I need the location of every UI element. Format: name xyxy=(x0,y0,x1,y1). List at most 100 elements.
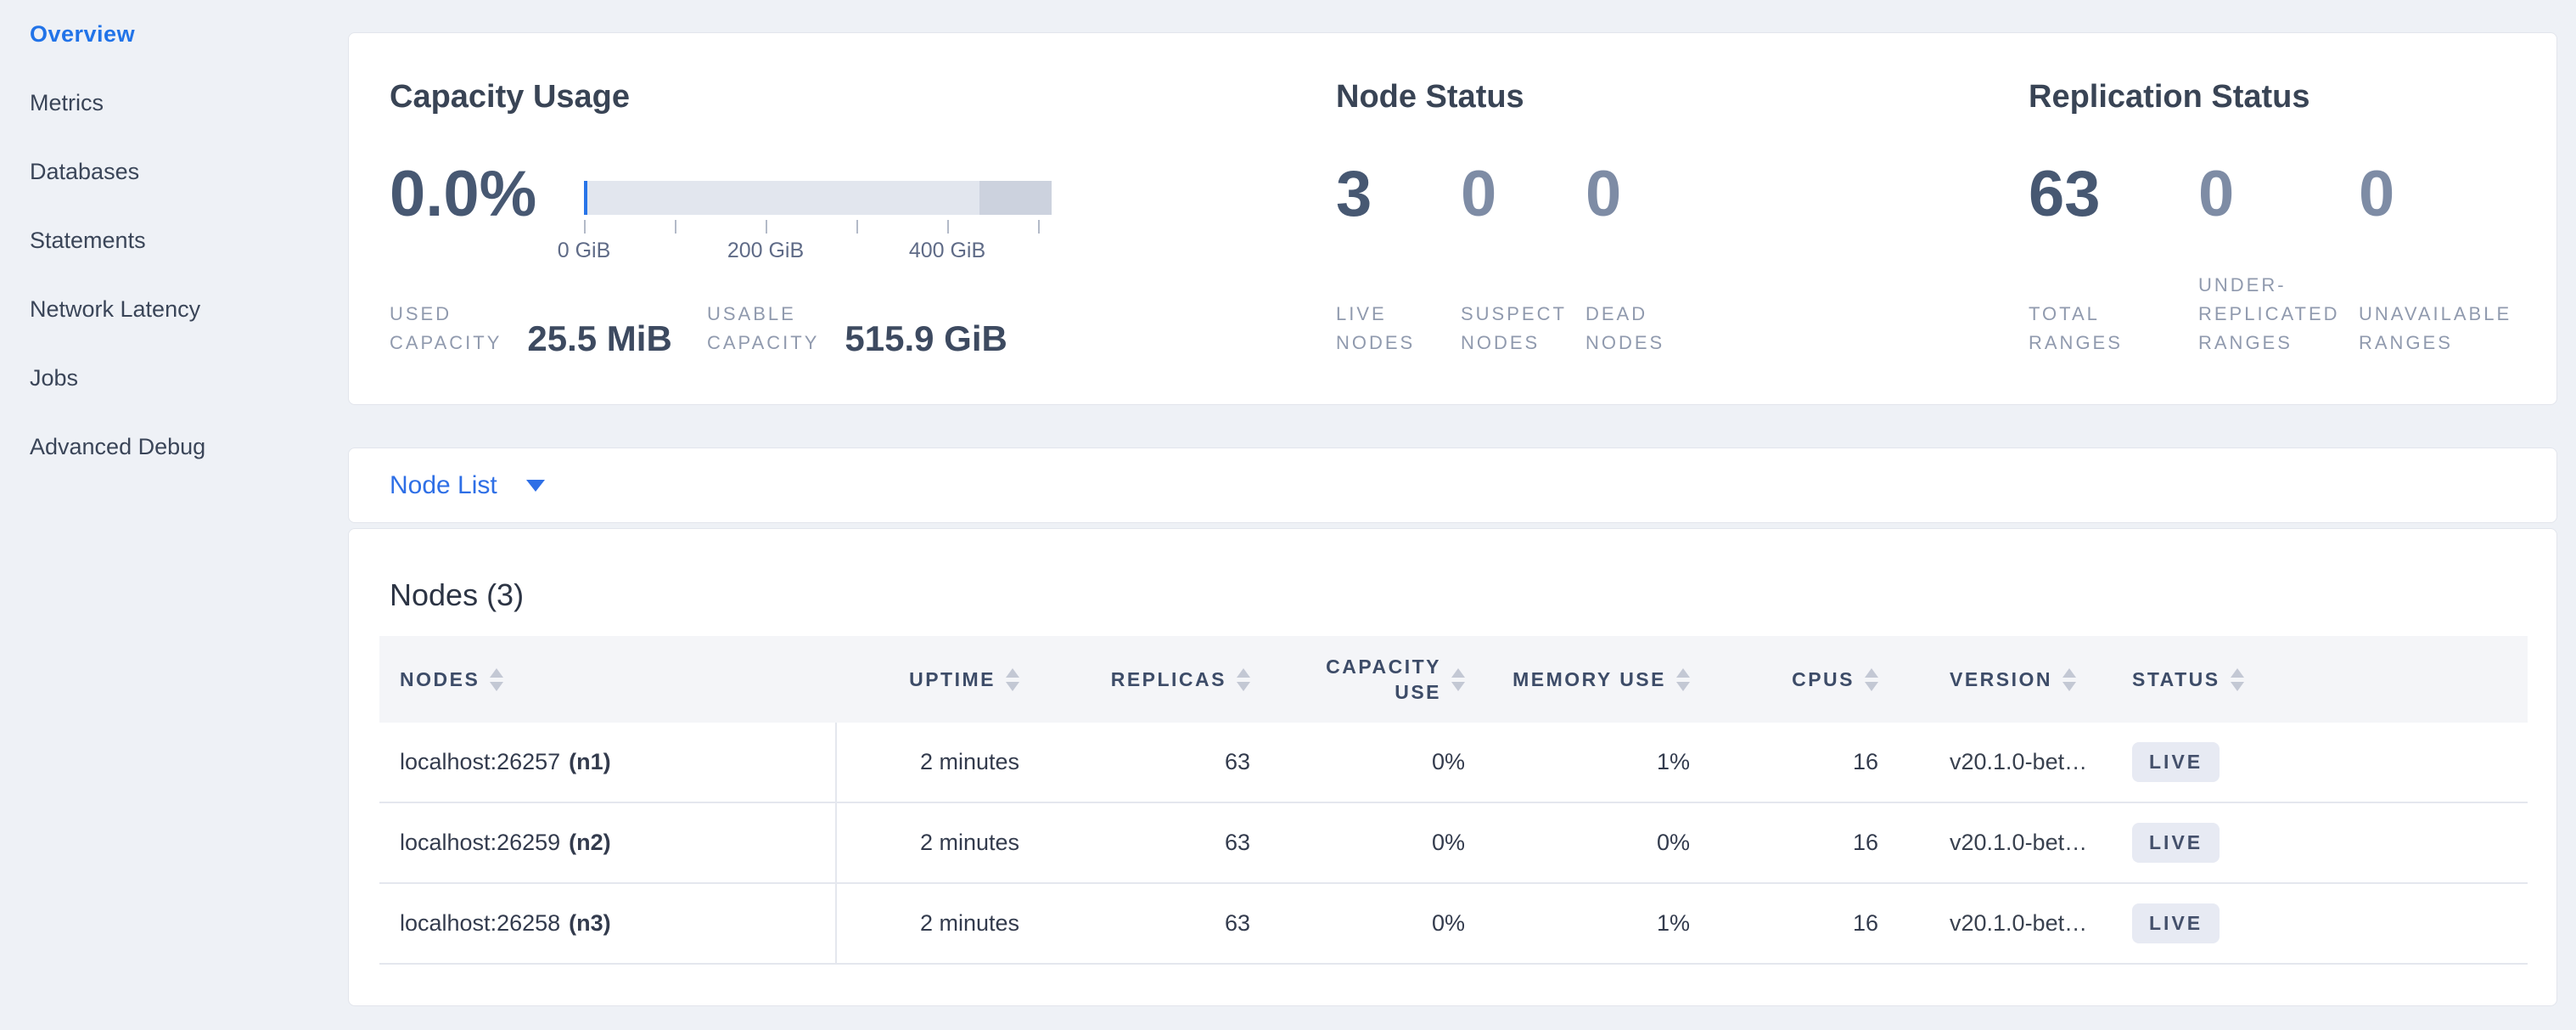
axis-tick xyxy=(584,220,586,234)
replicas-cell: 63 xyxy=(1041,723,1282,802)
sidebar-item-statements[interactable]: Statements xyxy=(30,206,318,275)
axis-tick-label: 400 GiB xyxy=(909,239,985,263)
sort-icon[interactable] xyxy=(1676,668,1690,691)
axis-tick xyxy=(766,220,767,234)
column-header-capacity-use[interactable]: CAPACITY USE xyxy=(1282,654,1499,705)
used-capacity-stat: USED CAPACITY 25.5 MiB xyxy=(390,264,707,357)
cpus-cell: 16 xyxy=(1724,723,1911,802)
node-address-cell[interactable]: localhost:26259 (n2) xyxy=(379,803,837,882)
stat-label: USABLE CAPACITY xyxy=(707,264,819,357)
sidebar-item-advanced-debug[interactable]: Advanced Debug xyxy=(30,413,318,481)
memory-use-cell: 1% xyxy=(1499,884,1724,963)
table-row[interactable]: localhost:26257 (n1) 2 minutes 63 0% 1% … xyxy=(379,723,2528,803)
replicas-cell: 63 xyxy=(1041,884,1282,963)
usable-capacity-value: 515.9 GiB xyxy=(845,322,1007,356)
version-cell: v20.1.0-bet… xyxy=(1911,884,2127,963)
node-status-section: Node Status 3 LIVE NODES 0 SUSPECT NODES… xyxy=(1336,33,1981,404)
version-cell: v20.1.0-bet… xyxy=(1911,803,2127,882)
column-header-cpus[interactable]: CPUS xyxy=(1724,667,1911,692)
replication-status-section: Replication Status 63 TOTAL RANGES 0 UND… xyxy=(2029,33,2538,404)
chevron-down-icon xyxy=(526,480,545,492)
axis-tick xyxy=(675,220,676,234)
suspect-nodes-count: 0 xyxy=(1461,162,1585,264)
total-ranges-metric: 63 TOTAL RANGES xyxy=(2029,162,2198,357)
capacity-usage-bar xyxy=(584,181,1052,215)
node-list-dropdown[interactable]: Node List xyxy=(390,471,545,500)
capacity-used-percent: 0.0% xyxy=(390,162,536,227)
status-badge: LIVE xyxy=(2132,823,2220,863)
view-selector-card: Node List xyxy=(348,447,2557,523)
uptime-cell: 2 minutes xyxy=(837,723,1041,802)
capacity-use-cell: 0% xyxy=(1282,723,1499,802)
column-header-uptime[interactable]: UPTIME xyxy=(837,667,1041,692)
replication-status-title: Replication Status xyxy=(2029,79,2310,115)
axis-tick-label: 0 GiB xyxy=(558,239,611,263)
node-address-cell[interactable]: localhost:26257 (n1) xyxy=(379,723,837,802)
dead-nodes-count: 0 xyxy=(1585,162,1710,264)
capacity-usage-title: Capacity Usage xyxy=(390,79,630,115)
cluster-summary-card: Capacity Usage 0.0% 0 GiB 200 GiB 400 Gi… xyxy=(348,32,2557,405)
table-header-row: NODES UPTIME REPLICAS CAPACITY USE MEMOR… xyxy=(379,636,2528,723)
uptime-cell: 2 minutes xyxy=(837,803,1041,882)
column-header-memory-use[interactable]: MEMORY USE xyxy=(1499,667,1724,692)
sort-icon[interactable] xyxy=(1237,668,1250,691)
sidebar-item-overview[interactable]: Overview xyxy=(30,0,318,69)
unavailable-ranges-metric: 0 UNAVAILABLE RANGES xyxy=(2359,162,2528,357)
stat-label: USED CAPACITY xyxy=(390,264,502,357)
nodes-table-card: Nodes (3) NODES UPTIME REPLICAS CAPACITY… xyxy=(348,528,2557,1006)
sort-icon[interactable] xyxy=(490,668,503,691)
sort-icon[interactable] xyxy=(1865,668,1878,691)
version-cell: v20.1.0-bet… xyxy=(1911,723,2127,802)
sort-icon[interactable] xyxy=(1451,668,1465,691)
status-cell: LIVE xyxy=(2127,803,2528,882)
replicas-cell: 63 xyxy=(1041,803,1282,882)
cpus-cell: 16 xyxy=(1724,884,1911,963)
axis-tick-label: 200 GiB xyxy=(727,239,804,263)
under-replicated-ranges-metric: 0 UNDER- REPLICATED RANGES xyxy=(2198,162,2359,357)
suspect-nodes-metric: 0 SUSPECT NODES xyxy=(1461,162,1585,357)
memory-use-cell: 0% xyxy=(1499,803,1724,882)
uptime-cell: 2 minutes xyxy=(837,884,1041,963)
unavailable-ranges-count: 0 xyxy=(2359,162,2528,264)
column-header-nodes[interactable]: NODES xyxy=(379,667,837,692)
sort-icon[interactable] xyxy=(1006,668,1019,691)
dead-nodes-metric: 0 DEAD NODES xyxy=(1585,162,1710,357)
nodes-table-title: Nodes (3) xyxy=(390,577,524,613)
node-id: (n3) xyxy=(569,910,611,937)
status-cell: LIVE xyxy=(2127,723,2528,802)
axis-tick xyxy=(1038,220,1040,234)
cpus-cell: 16 xyxy=(1724,803,1911,882)
node-id: (n2) xyxy=(569,830,611,856)
node-id: (n1) xyxy=(569,749,611,775)
sidebar: Overview Metrics Databases Statements Ne… xyxy=(30,0,318,481)
capacity-use-cell: 0% xyxy=(1282,884,1499,963)
nodes-table: NODES UPTIME REPLICAS CAPACITY USE MEMOR… xyxy=(379,636,2528,965)
total-ranges-count: 63 xyxy=(2029,162,2198,264)
used-capacity-value: 25.5 MiB xyxy=(527,322,671,356)
capacity-bar-used-marker xyxy=(584,181,587,215)
sidebar-item-databases[interactable]: Databases xyxy=(30,138,318,206)
status-badge: LIVE xyxy=(2132,742,2220,782)
column-header-replicas[interactable]: REPLICAS xyxy=(1041,667,1282,692)
usable-capacity-stat: USABLE CAPACITY 515.9 GiB xyxy=(707,264,1007,357)
capacity-bar-overflow-segment xyxy=(979,181,1052,215)
node-address-cell[interactable]: localhost:26258 (n3) xyxy=(379,884,837,963)
axis-tick xyxy=(856,220,858,234)
sidebar-item-network-latency[interactable]: Network Latency xyxy=(30,275,318,344)
capacity-use-cell: 0% xyxy=(1282,803,1499,882)
under-replicated-ranges-count: 0 xyxy=(2198,162,2359,264)
sidebar-item-metrics[interactable]: Metrics xyxy=(30,69,318,138)
sort-icon[interactable] xyxy=(2062,668,2076,691)
table-row[interactable]: localhost:26258 (n3) 2 minutes 63 0% 1% … xyxy=(379,884,2528,965)
column-header-version[interactable]: VERSION xyxy=(1911,667,2127,692)
sort-icon[interactable] xyxy=(2231,668,2244,691)
live-nodes-count: 3 xyxy=(1336,162,1461,264)
live-nodes-metric: 3 LIVE NODES xyxy=(1336,162,1461,357)
node-status-title: Node Status xyxy=(1336,79,1524,115)
status-cell: LIVE xyxy=(2127,884,2528,963)
column-header-status[interactable]: STATUS xyxy=(2127,667,2528,692)
axis-tick xyxy=(947,220,949,234)
table-row[interactable]: localhost:26259 (n2) 2 minutes 63 0% 0% … xyxy=(379,803,2528,884)
sidebar-item-jobs[interactable]: Jobs xyxy=(30,344,318,413)
memory-use-cell: 1% xyxy=(1499,723,1724,802)
